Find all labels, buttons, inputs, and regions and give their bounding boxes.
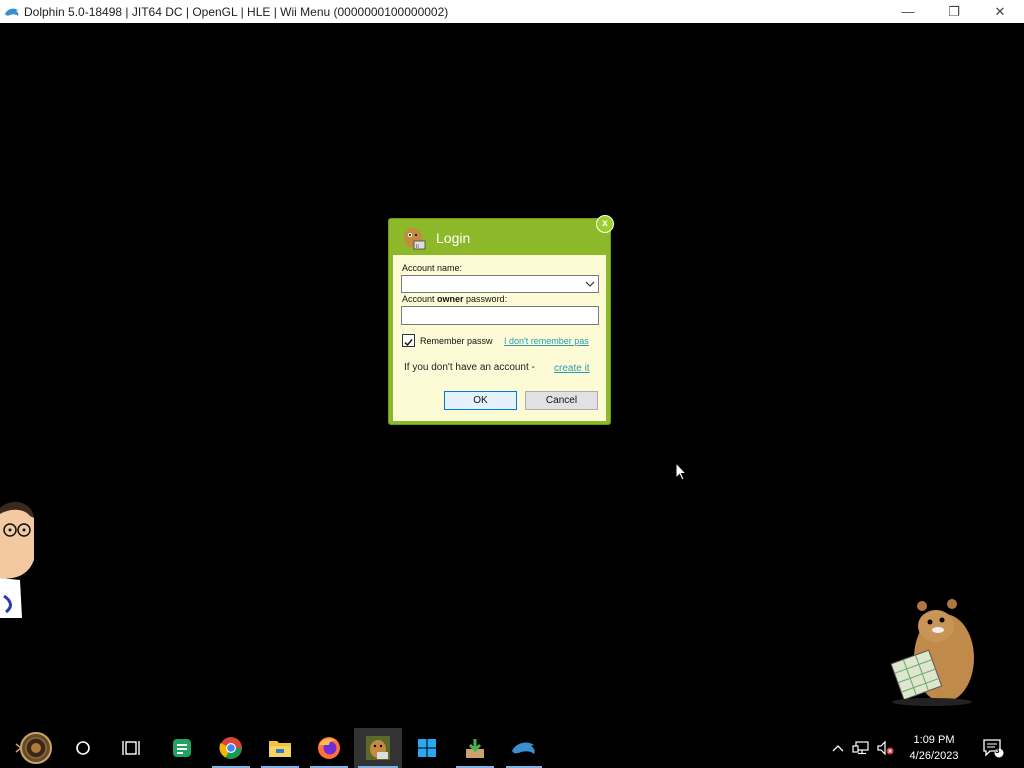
window-title: Dolphin 5.0-18498 | JIT64 DC | OpenGL | …: [24, 4, 449, 19]
clock-time: 1:09 PM: [913, 734, 955, 746]
account-name-combobox[interactable]: [401, 275, 599, 293]
login-form-panel: Account name: Account owner password: Re…: [393, 255, 606, 421]
maximize-button[interactable]: ❐: [931, 0, 977, 23]
notifications-icon: [983, 739, 1004, 758]
remember-password-checkbox[interactable]: [402, 334, 415, 347]
taskbar-windows-store[interactable]: [405, 728, 449, 768]
checkmark-icon: [404, 339, 413, 347]
volume-button[interactable]: [874, 728, 896, 768]
windows-store-icon: [418, 739, 436, 757]
show-hidden-icons-button[interactable]: [828, 728, 848, 768]
taskbar-firefox[interactable]: [306, 728, 352, 768]
clock-date: 4/26/2023: [909, 750, 959, 762]
dialog-title: Login: [436, 230, 471, 246]
taskbar-sheets[interactable]: [160, 728, 204, 768]
forgot-password-link[interactable]: I don't remember pas: [504, 336, 589, 346]
cartoon-character-image: [0, 502, 34, 618]
hamster-app-icon: [366, 736, 390, 760]
file-explorer-icon: [269, 741, 291, 757]
svg-text:li: li: [416, 244, 419, 250]
dialog-close-button[interactable]: x: [596, 215, 614, 233]
action-center-button[interactable]: 3: [978, 728, 1008, 768]
window-titlebar: Dolphin 5.0-18498 | JIT64 DC | OpenGL | …: [0, 0, 1024, 23]
start-orb-icon: [15, 732, 52, 764]
task-view-icon: [122, 741, 140, 755]
login-dialog: li Login x Account name: Account owner p…: [388, 215, 614, 425]
ok-button[interactable]: OK: [444, 391, 517, 410]
network-button[interactable]: [850, 728, 872, 768]
minimize-button[interactable]: —: [885, 0, 931, 23]
create-account-link[interactable]: create it: [554, 363, 590, 374]
chrome-icon: [219, 737, 242, 759]
firefox-icon: [318, 737, 340, 759]
taskbar-hamster-app[interactable]: [354, 728, 402, 768]
dialog-header: li Login: [389, 219, 610, 255]
sheets-icon: [173, 739, 191, 757]
task-view-button[interactable]: [110, 728, 152, 768]
taskbar-download-app[interactable]: [452, 728, 498, 768]
chevron-down-icon[interactable]: [585, 279, 595, 289]
password-label-suffix: password:: [463, 294, 508, 304]
account-owner-password-label: Account owner password:: [402, 294, 507, 304]
taskbar-dolphin[interactable]: [502, 728, 546, 768]
taskbar: 1:09 PM 4/26/2023 3: [0, 728, 1024, 768]
start-button[interactable]: [8, 728, 60, 768]
chevron-up-icon: [832, 745, 844, 752]
taskbar-chrome[interactable]: [208, 728, 254, 768]
notification-count-badge: 3: [995, 746, 1000, 755]
hamster-mascot-image: [890, 599, 974, 706]
download-app-icon: [466, 739, 484, 758]
taskbar-file-explorer[interactable]: [257, 728, 303, 768]
cancel-button[interactable]: Cancel: [525, 391, 598, 410]
no-account-text: If you don't have an account -: [404, 362, 535, 373]
mouse-cursor-icon: [675, 462, 687, 481]
remember-password-label[interactable]: Remember passw: [420, 336, 493, 346]
password-label-bold: owner: [437, 294, 464, 304]
dolphin-icon: [4, 4, 20, 20]
close-window-button[interactable]: ✕: [977, 0, 1023, 23]
search-button[interactable]: [64, 728, 102, 768]
password-field[interactable]: [401, 306, 599, 325]
clock[interactable]: 1:09 PM 4/26/2023: [898, 732, 970, 764]
dolphin-icon: [512, 742, 535, 754]
volume-muted-icon: [877, 740, 894, 756]
hamster-logo-icon: li: [404, 228, 426, 250]
account-name-label: Account name:: [402, 263, 463, 273]
password-label-prefix: Account: [402, 294, 438, 304]
search-icon: [76, 741, 90, 755]
network-icon: [852, 741, 869, 755]
